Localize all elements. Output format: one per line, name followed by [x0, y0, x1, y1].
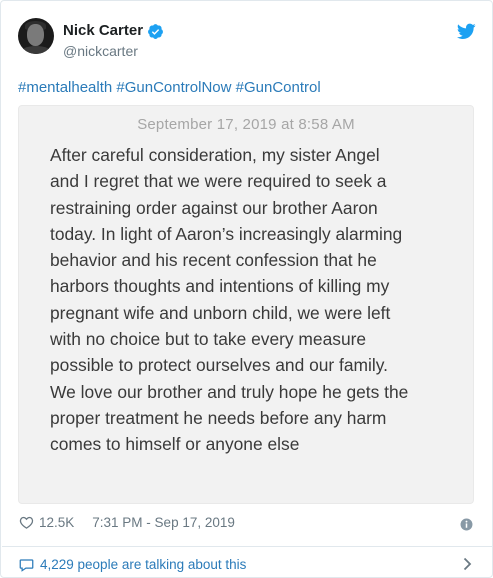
tweet-image-note[interactable]: September 17, 2019 at 8:58 AM After care…	[18, 105, 474, 504]
chevron-right-icon[interactable]	[463, 557, 472, 571]
conversation-count-text[interactable]: 4,229 people are talking about this	[40, 557, 246, 572]
hashtag-list: #mentalhealth #GunControlNow #GunControl	[18, 79, 321, 97]
like-count[interactable]: 12.5K	[39, 515, 74, 530]
info-icon[interactable]	[460, 518, 473, 531]
author-name-row[interactable]: Nick Carter	[63, 22, 164, 40]
author-display-name[interactable]: Nick Carter	[63, 22, 143, 40]
speech-bubble-icon	[19, 558, 34, 572]
note-text: After careful consideration, my sister A…	[50, 145, 409, 455]
avatar[interactable]	[18, 18, 54, 54]
verified-badge-icon	[148, 23, 163, 39]
tweet-timestamp[interactable]: 7:31 PM - Sep 17, 2019	[92, 515, 235, 530]
hashtag-guncontrolnow[interactable]: #GunControlNow	[116, 79, 231, 96]
hashtag-mentalhealth[interactable]: #mentalhealth	[18, 79, 112, 96]
hashtag-guncontrol[interactable]: #GunControl	[236, 79, 321, 96]
note-date: September 17, 2019 at 8:58 AM	[137, 116, 355, 133]
heart-icon[interactable]	[19, 515, 34, 530]
conversation-link[interactable]: 4,229 people are talking about this	[19, 557, 246, 572]
twitter-bird-icon[interactable]	[457, 23, 476, 40]
author-handle[interactable]: @nickcarter	[63, 43, 138, 60]
tweet-card: Nick Carter @nickcarter #mentalhealth #G…	[0, 0, 493, 578]
divider	[2, 546, 493, 547]
tweet-meta-row: 12.5K 7:31 PM - Sep 17, 2019	[19, 515, 235, 530]
